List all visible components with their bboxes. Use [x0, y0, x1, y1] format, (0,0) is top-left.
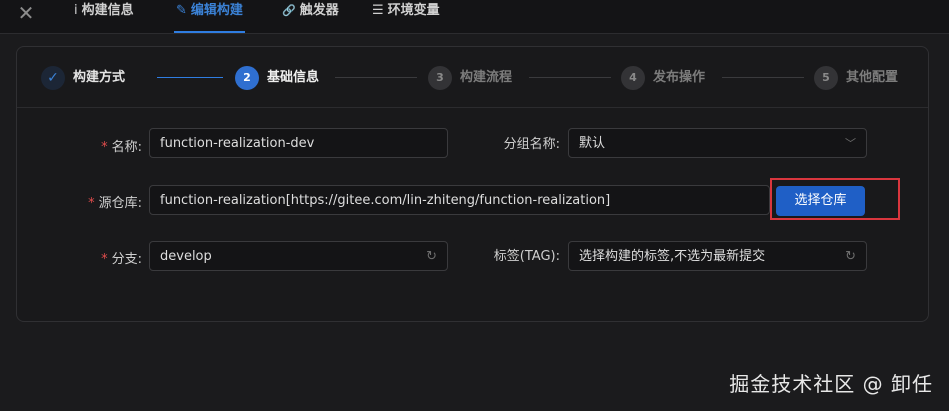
chevron-down-icon: ﹀ — [845, 137, 856, 150]
step-build-method[interactable]: ✓ 构建方式 — [41, 65, 125, 91]
tab-bar: ✕ i 构建信息 ✎ 编辑构建 🔗 触发器 ☰ 环境变量 — [0, 0, 949, 34]
tag-placeholder: 选择构建的标签,不选为最新提交 — [579, 249, 766, 264]
step-number: 5 — [814, 66, 838, 90]
tab-env-vars[interactable]: ☰ 环境变量 — [370, 0, 442, 33]
name-label-text: 名称: — [111, 140, 142, 155]
tab-edit-build[interactable]: ✎ 编辑构建 — [174, 0, 245, 33]
link-icon: 🔗 — [282, 4, 296, 17]
step-label: 其他配置 — [846, 70, 899, 85]
required-mark: * — [88, 196, 95, 211]
tab-label: 环境变量 — [387, 3, 440, 18]
branch-value: develop — [160, 249, 212, 264]
refresh-icon[interactable]: ↻ — [845, 242, 856, 270]
watermark: 掘金技术社区 @ 卸任 — [729, 372, 933, 396]
step-connector — [529, 77, 611, 78]
repo-value: function-realization[https://gitee.com/l… — [160, 193, 611, 208]
steps-bar: ✓ 构建方式 2 基础信息 3 构建流程 4 发布操作 5 其他配置 — [17, 47, 928, 108]
refresh-icon[interactable]: ↻ — [426, 242, 437, 270]
step-number: 3 — [428, 66, 452, 90]
group-select[interactable]: 默认 ﹀ — [568, 128, 867, 158]
edit-icon: ✎ — [176, 3, 187, 18]
tag-label: 标签(TAG): — [470, 245, 560, 264]
group-label-text: 分组名称: — [503, 137, 560, 152]
tag-select[interactable]: 选择构建的标签,不选为最新提交 ↻ — [568, 241, 867, 271]
step-other-config[interactable]: 5 其他配置 — [814, 65, 898, 91]
step-connector — [722, 77, 804, 78]
step-connector — [157, 77, 223, 78]
required-mark: * — [101, 140, 108, 155]
repo-label-text: 源仓库: — [98, 196, 142, 211]
step-label: 构建流程 — [460, 70, 513, 85]
step-label: 发布操作 — [653, 70, 706, 85]
branch-select[interactable]: develop ↻ — [149, 241, 448, 271]
branch-label-text: 分支: — [111, 252, 142, 267]
step-build-flow[interactable]: 3 构建流程 — [428, 65, 512, 91]
info-icon: i — [74, 3, 78, 18]
repo-input[interactable]: function-realization[https://gitee.com/l… — [149, 185, 770, 215]
step-number: 2 — [235, 66, 259, 90]
name-value: function-realization-dev — [160, 136, 315, 151]
step-label: 基础信息 — [267, 70, 320, 85]
repo-label: * 源仓库: — [60, 192, 142, 211]
name-input[interactable]: function-realization-dev — [149, 128, 448, 158]
group-value: 默认 — [579, 136, 606, 151]
tab-build-info[interactable]: i 构建信息 — [72, 0, 136, 33]
group-label: 分组名称: — [470, 133, 560, 152]
step-publish[interactable]: 4 发布操作 — [621, 65, 705, 91]
close-icon[interactable]: ✕ — [14, 2, 38, 26]
tab-label: 触发器 — [299, 3, 339, 18]
tab-label: 编辑构建 — [190, 3, 243, 18]
tag-label-text: 标签(TAG): — [493, 249, 560, 264]
required-mark: * — [101, 252, 108, 267]
tab-label: 构建信息 — [81, 3, 134, 18]
step-connector — [335, 77, 417, 78]
step-basic-info[interactable]: 2 基础信息 — [235, 65, 319, 91]
highlight-box — [770, 178, 900, 220]
step-number: 4 — [621, 66, 645, 90]
branch-label: * 分支: — [60, 248, 142, 267]
step-label: 构建方式 — [73, 70, 126, 85]
list-icon: ☰ — [372, 3, 384, 18]
name-label: * 名称: — [60, 136, 142, 155]
tab-triggers[interactable]: 🔗 触发器 — [280, 0, 341, 33]
check-icon: ✓ — [41, 66, 65, 90]
